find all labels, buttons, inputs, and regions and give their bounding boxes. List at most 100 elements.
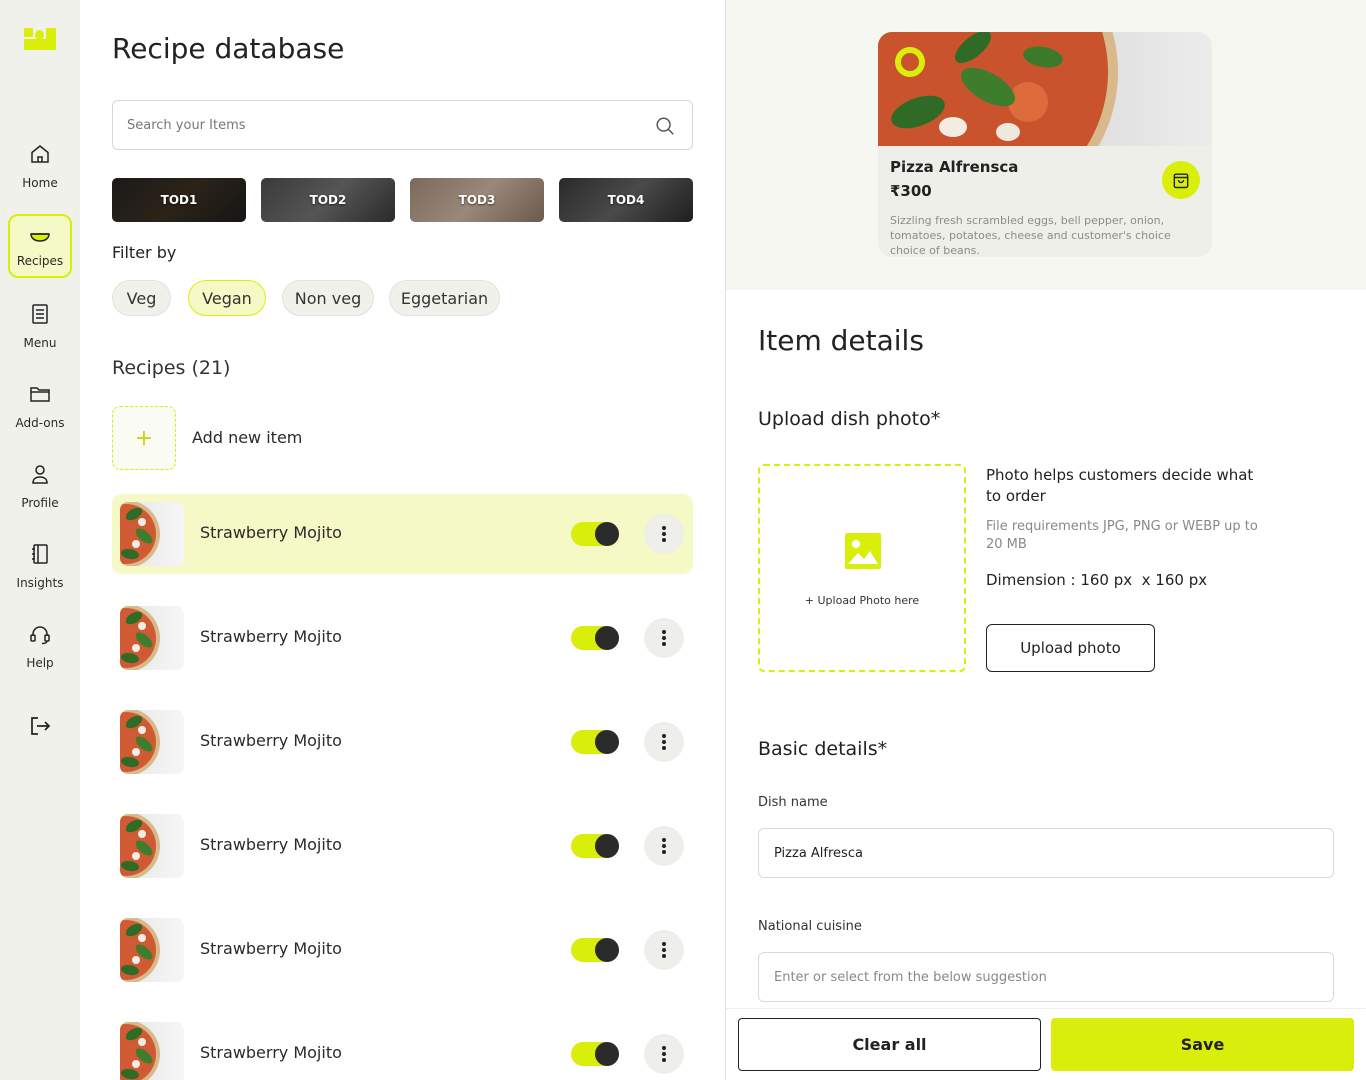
recipe-row[interactable]: Strawberry Mojito [112, 702, 693, 782]
sidebar-item-menu[interactable]: Menu [8, 294, 72, 358]
recipe-row[interactable]: Strawberry Mojito [112, 910, 693, 990]
preview-card: Pizza Alfrensca ₹300 Sizzling fresh scra… [878, 32, 1212, 257]
more-vertical-icon [662, 526, 666, 542]
dish-name-input[interactable] [774, 829, 1314, 877]
more-vertical-icon [662, 838, 666, 854]
save-button[interactable]: Save [1051, 1018, 1354, 1071]
filter-chip-vegan[interactable]: Vegan [188, 280, 266, 316]
sidebar-item-label: Menu [23, 336, 57, 350]
photo-dropzone[interactable]: + Upload Photo here [758, 464, 966, 672]
page-title: Recipe database [112, 32, 345, 65]
recipe-row[interactable]: Strawberry Mojito [112, 598, 693, 678]
cuisine-field [758, 952, 1334, 1002]
more-vertical-icon [662, 630, 666, 646]
availability-toggle[interactable] [571, 834, 619, 858]
recipe-thumbnail [120, 502, 184, 566]
recipe-thumbnail [120, 1022, 184, 1080]
availability-toggle[interactable] [571, 938, 619, 962]
recipe-thumbnail [120, 710, 184, 774]
recipe-name: Strawberry Mojito [200, 1043, 342, 1062]
shopping-bag-icon [1173, 173, 1189, 189]
upload-photo-button[interactable]: Upload photo [986, 624, 1155, 672]
more-vertical-icon [662, 734, 666, 750]
sidebar-item-label: Recipes [16, 254, 64, 268]
filter-chip-veg[interactable]: Veg [112, 280, 171, 316]
tod-card-3[interactable]: TOD3 [410, 178, 544, 222]
more-vertical-icon [662, 942, 666, 958]
tod-card-2[interactable]: TOD2 [261, 178, 395, 222]
add-to-cart-button[interactable] [1162, 161, 1200, 199]
preview-dish-description: Sizzling fresh scrambled eggs, bell pepp… [890, 214, 1171, 257]
more-options-button[interactable] [644, 930, 684, 970]
bowl-icon [30, 233, 50, 242]
recipe-thumbnail [120, 814, 184, 878]
sidebar-item-recipes[interactable]: Recipes [8, 214, 72, 278]
preview-dish-name: Pizza Alfrensca [890, 158, 1019, 176]
photo-dimension: Dimension : 160 px x 160 px [986, 571, 1208, 589]
notebook-icon [32, 544, 48, 564]
availability-toggle[interactable] [571, 626, 619, 650]
search-bar [112, 100, 693, 150]
brand-logo [24, 28, 56, 50]
sidebar-item-label: Insights [16, 576, 64, 590]
more-options-button[interactable] [644, 618, 684, 658]
sidebar-item-label: Help [26, 656, 54, 670]
user-icon [32, 465, 48, 484]
filter-chip-eggetarian[interactable]: Eggetarian [389, 280, 500, 316]
sidebar-item-profile[interactable]: Profile [8, 454, 72, 518]
recipe-name: Strawberry Mojito [200, 731, 342, 750]
recipe-row[interactable]: Strawberry Mojito [112, 494, 693, 574]
clear-all-button[interactable]: Clear all [738, 1018, 1041, 1071]
sidebar-item-help[interactable]: Help [8, 614, 72, 678]
filter-chip-non-veg[interactable]: Non veg [282, 280, 374, 316]
recipe-row[interactable]: Strawberry Mojito [112, 1000, 693, 1080]
dish-name-field [758, 828, 1334, 878]
preview-dish-price: ₹300 [890, 182, 932, 200]
availability-toggle[interactable] [571, 1042, 619, 1066]
recipe-thumbnail [120, 918, 184, 982]
availability-toggle[interactable] [571, 522, 619, 546]
tod-label: TOD1 [160, 193, 198, 207]
headset-icon [30, 626, 50, 645]
add-new-item-label[interactable]: Add new item [192, 428, 302, 447]
document-icon [32, 304, 48, 324]
item-details-title: Item details [758, 324, 924, 357]
tod-card-1[interactable]: TOD1 [112, 178, 246, 222]
sidebar-item-label: Home [22, 176, 58, 190]
availability-toggle[interactable] [571, 730, 619, 754]
more-options-button[interactable] [644, 826, 684, 866]
recipe-row[interactable]: Strawberry Mojito [112, 806, 693, 886]
folder-icon [30, 387, 50, 402]
tod-label: TOD4 [607, 193, 645, 207]
dish-image [878, 32, 1212, 146]
search-icon[interactable] [654, 115, 676, 137]
image-icon [845, 533, 881, 569]
more-options-button[interactable] [644, 722, 684, 762]
sidebar-item-label: Add-ons [15, 416, 65, 430]
filter-title: Filter by [112, 243, 177, 262]
home-icon [31, 145, 49, 163]
sidebar-item-insights[interactable]: Insights [8, 534, 72, 598]
sidebar-item-home[interactable]: Home [8, 134, 72, 198]
recipes-count-title: Recipes (21) [112, 357, 231, 379]
tod-card-4[interactable]: TOD4 [559, 178, 693, 222]
upload-photo-label: + Upload Photo here [804, 594, 920, 607]
logout-icon[interactable] [28, 714, 52, 738]
recipe-thumbnail [120, 606, 184, 670]
sidebar: Home Recipes Menu Add-ons Profile Insigh… [0, 0, 80, 1080]
more-vertical-icon [662, 1046, 666, 1062]
dish-name-label: Dish name [758, 795, 828, 810]
cuisine-label: National cuisine [758, 919, 862, 934]
recipe-name: Strawberry Mojito [200, 627, 342, 646]
more-options-button[interactable] [644, 514, 684, 554]
add-new-item-button[interactable]: + [112, 406, 176, 470]
tod-label: TOD2 [309, 193, 347, 207]
sidebar-item-label: Profile [21, 496, 59, 510]
more-options-button[interactable] [644, 1034, 684, 1074]
tod-label: TOD3 [458, 193, 496, 207]
photo-help-title: Photo helps customers decide what to ord… [986, 466, 1254, 505]
search-input[interactable] [127, 101, 647, 149]
sidebar-item-add-ons[interactable]: Add-ons [8, 374, 72, 438]
cuisine-input[interactable] [774, 953, 1314, 1001]
basic-details-title: Basic details* [758, 738, 888, 760]
